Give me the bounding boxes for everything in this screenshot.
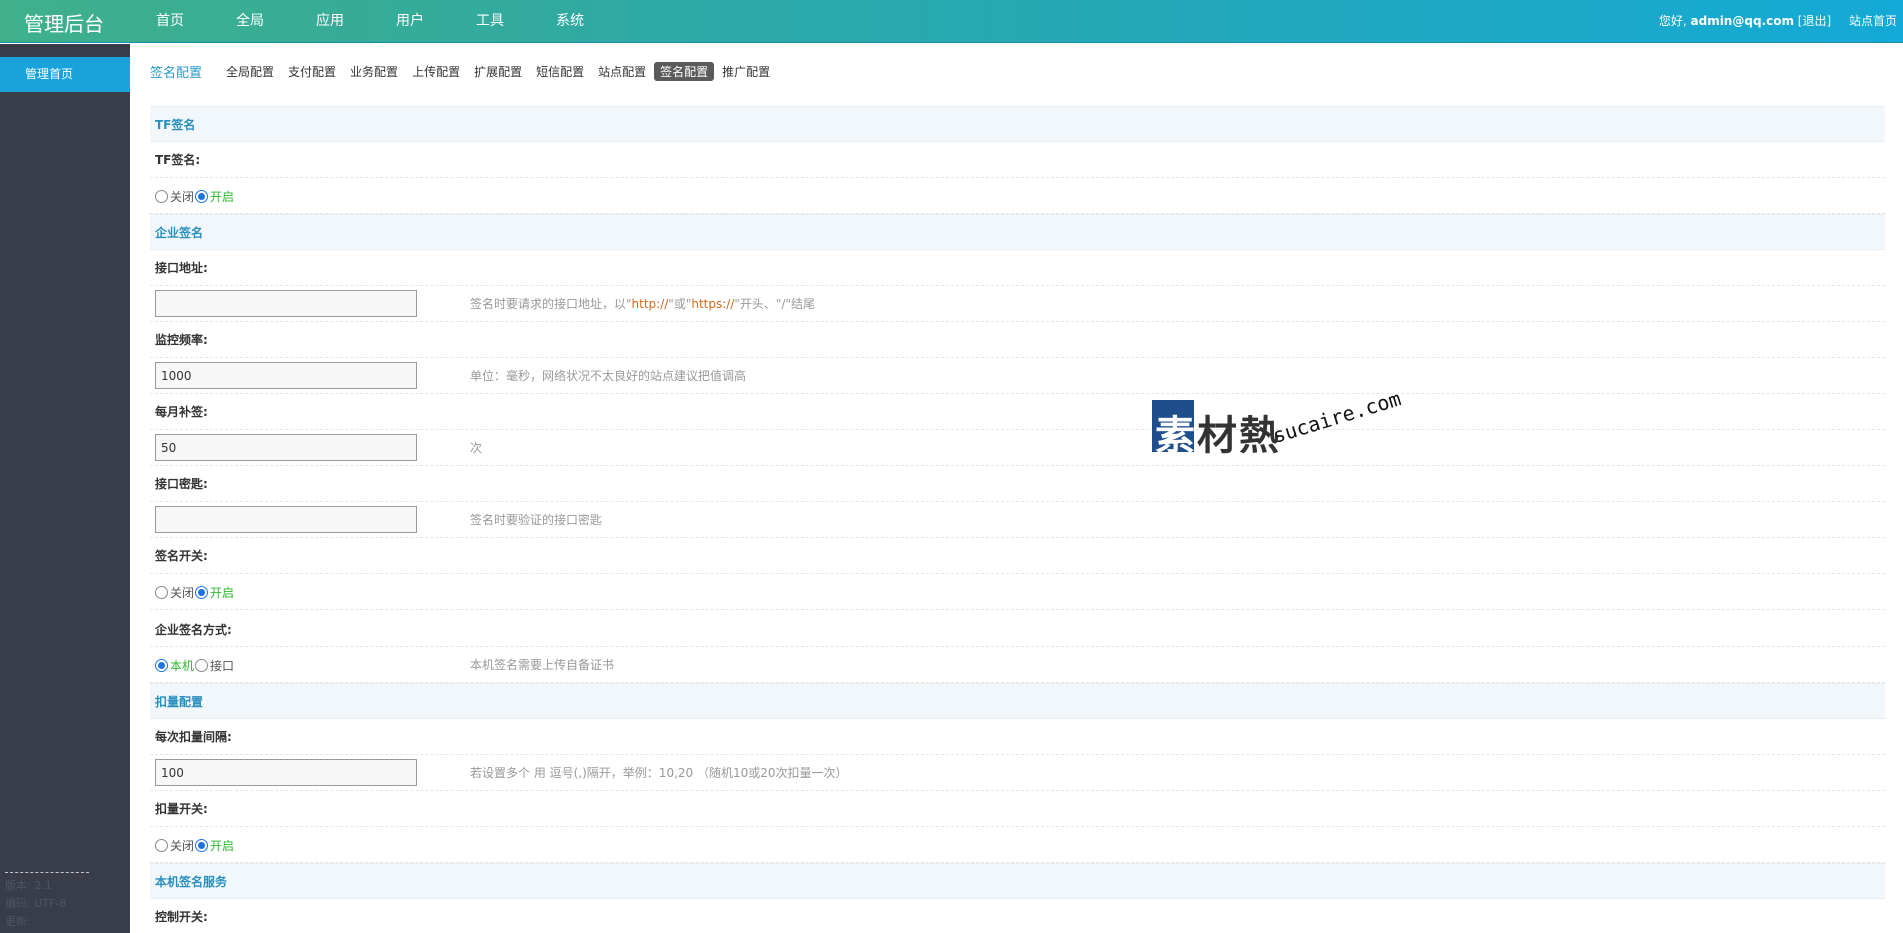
- deduct-off-radio[interactable]: [155, 839, 168, 852]
- footer-divider: [5, 872, 89, 873]
- site-home-link[interactable]: 站点首页: [1849, 14, 1897, 28]
- tab-sms[interactable]: 短信配置: [530, 62, 590, 81]
- greeting: 您好,: [1658, 14, 1691, 28]
- sidebar: 管理首页 版本: 2.1 编码: UTF-8 更新: 20210501: [0, 44, 130, 933]
- sign-on-label: 开启: [210, 586, 235, 600]
- brand-title: 管理后台: [24, 12, 104, 36]
- monthly-label: 每月补签:: [150, 394, 1885, 430]
- method-local-label: 本机: [170, 659, 195, 673]
- deduct-interval-label: 每次扣量间隔:: [150, 719, 1885, 755]
- nav-home[interactable]: 首页: [130, 0, 210, 43]
- api-key-row: 签名时要验证的接口密匙: [150, 502, 1885, 538]
- tab-business[interactable]: 业务配置: [344, 62, 404, 81]
- tab-signature[interactable]: 签名配置: [654, 61, 715, 81]
- deduct-on-label: 开启: [210, 839, 235, 853]
- config-tabs: 签名配置 全局配置 支付配置 业务配置 上传配置 扩展配置 短信配置 站点配置 …: [150, 61, 778, 81]
- watermark: 素材熱 sucaire.com: [1152, 386, 1404, 475]
- method-api-radio[interactable]: [195, 659, 209, 672]
- sign-method-label: 企业签名方式:: [150, 610, 1885, 647]
- control-switch-label: 控制开关:: [150, 899, 1885, 933]
- logout-link[interactable]: [退出]: [1798, 14, 1831, 28]
- monthly-input[interactable]: [155, 434, 417, 461]
- tf-off-radio[interactable]: [155, 190, 168, 203]
- deduct-on-radio[interactable]: [195, 839, 209, 852]
- sidebar-item-admin-home[interactable]: 管理首页: [0, 57, 130, 92]
- monthly-row: 次: [150, 430, 1885, 466]
- sign-on-radio[interactable]: [195, 586, 209, 599]
- tab-extension[interactable]: 扩展配置: [468, 62, 528, 81]
- user-area: 您好, admin@qq.com [退出] 站点首页: [1659, 12, 1897, 29]
- sign-method-row: 本机 接口 本机签名需要上传自备证书: [150, 647, 1885, 683]
- deduct-switch-label: 扣量开关:: [150, 791, 1885, 827]
- section-enterprise-title: 企业签名: [150, 214, 1885, 250]
- deduct-switch-row: 关闭 开启: [150, 827, 1885, 863]
- tf-on-radio[interactable]: [195, 190, 209, 203]
- nav-tools[interactable]: 工具: [450, 0, 530, 43]
- nav-users[interactable]: 用户: [370, 0, 450, 43]
- method-api-label: 接口: [210, 659, 235, 673]
- tf-off-label: 关闭: [170, 190, 195, 204]
- section-deduct-title: 扣量配置: [150, 683, 1885, 719]
- api-url-input[interactable]: [155, 290, 417, 317]
- deduct-interval-row: 若设置多个 用 逗号(,)隔开，举例：10,20 （随机10或20次扣量一次）: [150, 755, 1885, 791]
- tf-label: TF签名:: [150, 142, 1885, 178]
- tab-global[interactable]: 全局配置: [220, 62, 280, 81]
- tf-on-label: 开启: [210, 190, 235, 204]
- main-content: 签名配置 全局配置 支付配置 业务配置 上传配置 扩展配置 短信配置 站点配置 …: [130, 44, 1903, 933]
- monitor-hint: 单位：毫秒，网络状况不太良好的站点建议把值调高: [470, 369, 747, 383]
- sign-switch-label: 签名开关:: [150, 538, 1885, 574]
- api-key-input[interactable]: [155, 506, 417, 533]
- api-key-label: 接口密匙:: [150, 466, 1885, 502]
- api-url-hint: 签名时要请求的接口地址，以"http://"或"https://"开头、"/"结…: [470, 297, 815, 311]
- method-local-radio[interactable]: [155, 659, 168, 672]
- tf-radio-row: 关闭 开启: [150, 178, 1885, 214]
- monitor-input[interactable]: [155, 362, 417, 389]
- monitor-row: 单位：毫秒，网络状况不太良好的站点建议把值调高: [150, 358, 1885, 394]
- top-nav: 首页 全局 应用 用户 工具 系统: [130, 0, 610, 43]
- sign-off-label: 关闭: [170, 586, 195, 600]
- sign-off-radio[interactable]: [155, 586, 168, 599]
- config-form: TF签名 TF签名: 关闭 开启 企业签名 接口地址: 签名时要请求的接口地址，…: [150, 106, 1885, 933]
- api-url-row: 签名时要请求的接口地址，以"http://"或"https://"开头、"/"结…: [150, 286, 1885, 322]
- nav-system[interactable]: 系统: [530, 0, 610, 43]
- tab-payment[interactable]: 支付配置: [282, 62, 342, 81]
- sign-switch-row: 关闭 开启: [150, 574, 1885, 610]
- top-bar: 管理后台 首页 全局 应用 用户 工具 系统 您好, admin@qq.com …: [0, 0, 1903, 43]
- watermark-url: sucaire.com: [1270, 386, 1404, 448]
- tab-site[interactable]: 站点配置: [592, 62, 652, 81]
- monitor-label: 监控频率:: [150, 322, 1885, 358]
- deduct-interval-hint: 若设置多个 用 逗号(,)隔开，举例：10,20 （随机10或20次扣量一次）: [470, 766, 848, 780]
- deduct-off-label: 关闭: [170, 839, 195, 853]
- section-tf-title: TF签名: [150, 106, 1885, 142]
- monthly-hint: 次: [470, 441, 483, 455]
- sidebar-footer: 版本: 2.1 编码: UTF-8 更新: 20210501: [5, 872, 89, 933]
- section-local-service-title: 本机签名服务: [150, 863, 1885, 899]
- watermark-text: 素材熱: [1155, 412, 1281, 459]
- footer-updated: 更新: 20210501: [5, 915, 31, 928]
- deduct-interval-input[interactable]: [155, 759, 417, 786]
- nav-apps[interactable]: 应用: [290, 0, 370, 43]
- footer-version: 版本: 2.1: [5, 879, 52, 892]
- tab-promotion[interactable]: 推广配置: [716, 62, 776, 81]
- tab-upload[interactable]: 上传配置: [406, 62, 466, 81]
- api-key-hint: 签名时要验证的接口密匙: [470, 513, 603, 527]
- page-title: 签名配置: [150, 65, 203, 81]
- user-email: admin@qq.com: [1690, 14, 1794, 28]
- nav-global[interactable]: 全局: [210, 0, 290, 43]
- api-url-label: 接口地址:: [150, 250, 1885, 286]
- sign-method-hint: 本机签名需要上传自备证书: [470, 658, 615, 672]
- footer-encoding: 编码: UTF-8: [5, 897, 67, 910]
